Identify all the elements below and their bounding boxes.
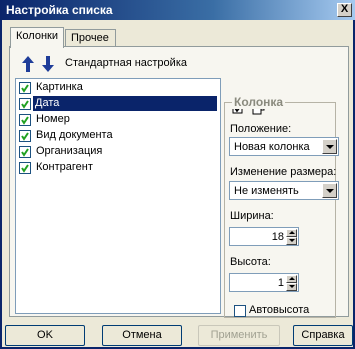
chevron-down-icon (289, 239, 295, 242)
check-icon (21, 148, 29, 157)
resize-value: Не изменять (234, 185, 299, 197)
check-icon (21, 132, 29, 141)
auto-height-checkbox[interactable] (234, 305, 246, 317)
list-item-label: Вид документа (36, 129, 113, 141)
help-button[interactable]: Справка (293, 325, 353, 346)
chevron-down-icon (326, 189, 334, 193)
list-item[interactable]: Организация (17, 144, 219, 160)
height-label: Высота: (230, 256, 271, 268)
apply-button[interactable]: Применить (198, 325, 280, 346)
list-item-label: Картинка (36, 81, 83, 93)
width-increment-button[interactable] (286, 229, 297, 237)
check-icon (21, 100, 29, 109)
chevron-up-icon (289, 231, 295, 234)
check-icon (21, 164, 29, 173)
width-value: 18 (271, 231, 284, 243)
resize-label: Изменение размера: (230, 166, 337, 178)
auto-height-label: Автовысота (249, 304, 310, 316)
ok-button[interactable]: OK (5, 325, 85, 346)
checkbox[interactable] (19, 82, 31, 94)
window-title: Настройка списка (6, 3, 113, 17)
checkbox[interactable] (19, 162, 31, 174)
width-label: Ширина: (230, 210, 274, 222)
list-item-label: Дата (33, 96, 217, 111)
dialog-window: Настройка списка X Колонки Прочее Станда… (0, 0, 355, 349)
list-item-label: Организация (36, 145, 103, 157)
close-icon: X (340, 3, 349, 15)
column-group-title: Колонка (232, 95, 286, 109)
position-label: Положение: (230, 123, 292, 135)
resize-dropdown-button[interactable] (322, 183, 337, 198)
close-button[interactable]: X (337, 3, 352, 17)
resize-select[interactable]: Не изменять (229, 181, 339, 200)
height-increment-button[interactable] (286, 275, 297, 283)
move-up-arrow-icon[interactable] (21, 55, 35, 73)
tab-other[interactable]: Прочее (65, 29, 116, 47)
position-select[interactable]: Новая колонка (229, 137, 339, 156)
cancel-button[interactable]: Отмена (102, 325, 182, 346)
width-spinner[interactable]: 18 (229, 227, 299, 246)
list-item[interactable]: Дата (17, 96, 219, 112)
checkbox[interactable] (19, 98, 31, 110)
chevron-up-icon (289, 277, 295, 280)
tab-columns[interactable]: Колонки (10, 27, 64, 48)
height-value: 1 (277, 277, 284, 289)
check-icon (21, 116, 29, 125)
width-decrement-button[interactable] (286, 237, 297, 245)
chevron-down-icon (289, 285, 295, 288)
chevron-down-icon (326, 145, 334, 149)
check-icon (21, 84, 29, 93)
default-settings-button[interactable]: Стандартная настройка (65, 57, 187, 69)
list-item[interactable]: Вид документа (17, 128, 219, 144)
dialog-client: Колонки Прочее Стандартная настройка Кар… (2, 20, 353, 347)
list-item-label: Номер (36, 113, 70, 125)
position-value: Новая колонка (234, 141, 310, 153)
position-dropdown-button[interactable] (322, 139, 337, 154)
list-item[interactable]: Номер (17, 112, 219, 128)
list-item[interactable]: Картинка (17, 80, 219, 96)
title-bar[interactable]: Настройка списка X (0, 0, 355, 20)
height-spinner[interactable]: 1 (229, 273, 299, 292)
list-item-label: Контрагент (36, 161, 93, 173)
height-decrement-button[interactable] (286, 283, 297, 291)
checkbox[interactable] (19, 130, 31, 142)
list-item[interactable]: Контрагент (17, 160, 219, 176)
columns-list[interactable]: Картинка Дата Номер Вид документа Органи… (15, 78, 221, 314)
move-down-arrow-icon[interactable] (41, 55, 55, 73)
checkbox[interactable] (19, 114, 31, 126)
checkbox[interactable] (19, 146, 31, 158)
